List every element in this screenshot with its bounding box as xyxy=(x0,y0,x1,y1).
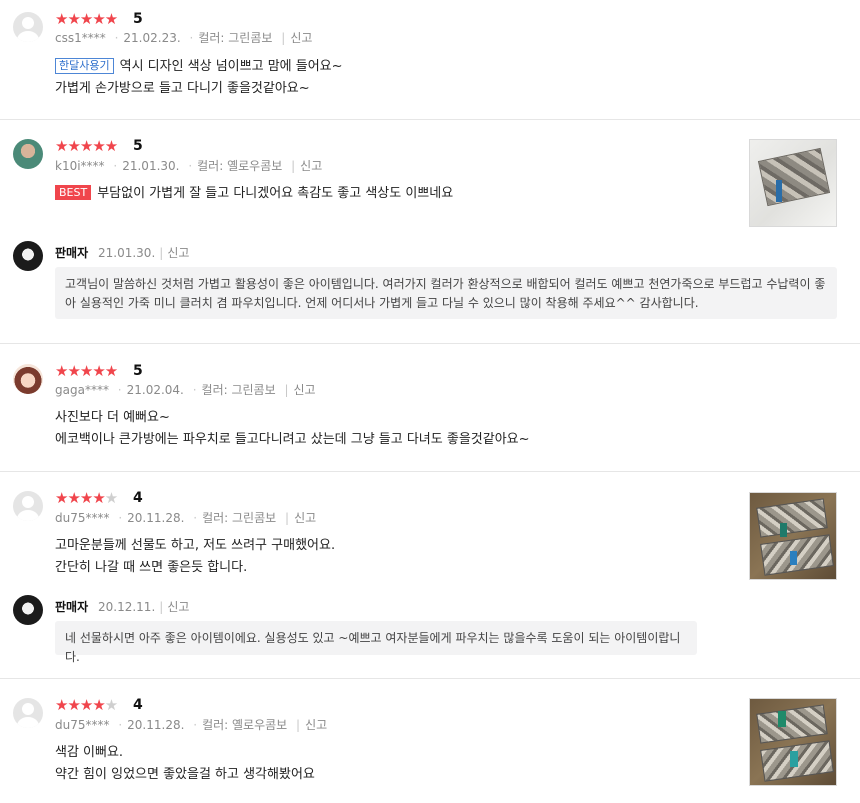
review-date: 21.02.23. xyxy=(123,31,181,45)
report-link[interactable]: 신고 xyxy=(167,246,189,260)
review-photo-thumbnail[interactable] xyxy=(749,139,837,227)
rating-score: 5 xyxy=(133,363,143,379)
review-meta: k10i**** · 21.01.30. · 컬러: 옐로우콤보 | 신고 xyxy=(55,159,323,173)
star-rating: ★★★★★ xyxy=(55,696,118,714)
rating-score: 4 xyxy=(133,697,143,713)
review-meta: css1**** · 21.02.23. · 컬러: 그린콤보 | 신고 xyxy=(55,31,313,45)
seller-reply-meta: 21.01.30. | 신고 xyxy=(98,246,190,260)
star-rating: ★★★★★ xyxy=(55,362,118,380)
review-date: 21.01.30. xyxy=(122,159,180,173)
month-use-badge: 한달사용기 xyxy=(55,58,114,74)
review-date: 21.02.04. xyxy=(126,383,184,397)
seller-reply: 네 선물하시면 아주 좋은 아이템이에요. 실용성도 있고 ~예쁘고 여자분들에… xyxy=(55,621,697,664)
review-photo-thumbnail[interactable] xyxy=(749,698,837,786)
option-text: 컬러: 그린콤보 xyxy=(201,383,276,397)
reviewer-id: du75**** xyxy=(55,718,110,732)
review-item: ★★★★★ 5 css1**** · 21.02.23. · 컬러: 그린콤보 | 신… xyxy=(0,0,860,120)
seller-label: 판매자 xyxy=(55,600,89,614)
review-photo-thumbnail[interactable] xyxy=(749,492,837,580)
reviewer-id: css1**** xyxy=(55,31,106,45)
review-text: 한달사용기 역시 디자인 색상 넘이쁘고 맘에 들어요~ 가볍게 손가방으로 들고… xyxy=(55,58,343,96)
option-text: 컬러: 그린콤보 xyxy=(202,511,277,525)
review-text: 사진보다 더 예뻐요~ 에코백이나 큰가방에는 파우치로 들고다니려고 샀는데 … xyxy=(55,410,530,447)
star-rating: ★★★★★ xyxy=(55,137,118,155)
user-avatar-icon xyxy=(13,698,43,728)
character-avatar-icon xyxy=(13,364,43,394)
review-text: 색감 이뻐요. 약간 힘이 잉었으면 좋았을걸 하고 생각해봤어요 xyxy=(55,745,315,782)
user-avatar-icon xyxy=(13,12,43,42)
review-meta: du75**** · 20.11.28. · 컬러: 그린콤보 | 신고 xyxy=(55,511,317,525)
report-link[interactable]: 신고 xyxy=(290,31,312,45)
review-text: 고마운분들께 선물도 하고, 저도 쓰려구 구매했어요. 간단히 나갈 때 쓰면… xyxy=(55,538,336,575)
rating-score: 5 xyxy=(133,138,143,154)
best-badge: BEST xyxy=(55,185,92,200)
user-photo-avatar xyxy=(13,139,43,169)
report-link[interactable]: 신고 xyxy=(167,600,189,614)
reviewer-id: k10i**** xyxy=(55,159,105,173)
review-meta: du75**** · 20.11.28. · 컬러: 옐로우콤보 | 신고 xyxy=(55,718,328,732)
star-rating: ★★★★★ xyxy=(55,10,118,28)
reviewer-id: du75**** xyxy=(55,511,110,525)
seller-avatar-icon xyxy=(13,595,43,625)
report-link[interactable]: 신고 xyxy=(305,718,327,732)
report-link[interactable]: 신고 xyxy=(300,159,322,173)
review-item: ★★★★★ 5 k10i**** · 21.01.30. · 컬러: 옐로우콤보 |… xyxy=(0,120,860,344)
reviewer-id: gaga**** xyxy=(55,383,109,397)
seller-label: 판매자 xyxy=(55,246,89,260)
review-item: ★★★★★ 5 gaga**** · 21.02.04. · 컬러: 그린콤보 | 신… xyxy=(0,344,860,472)
reply-date: 20.12.11. xyxy=(98,600,156,614)
star-rating: ★★★★★ xyxy=(55,489,118,507)
option-text: 컬러: 그린콤보 xyxy=(198,31,273,45)
option-text: 컬러: 옐로우콤보 xyxy=(202,718,288,732)
review-date: 20.11.28. xyxy=(127,511,185,525)
review-item: ★★★★★ 4 du75**** · 20.11.28. · 컬러: 그린콤보 | 신… xyxy=(0,472,860,679)
rating-score: 4 xyxy=(133,490,143,506)
report-link[interactable]: 신고 xyxy=(294,383,316,397)
option-text: 컬러: 옐로우콤보 xyxy=(197,159,283,173)
user-avatar-icon xyxy=(13,491,43,521)
review-meta: gaga**** · 21.02.04. · 컬러: 그린콤보 | 신고 xyxy=(55,383,316,397)
review-date: 20.11.28. xyxy=(127,718,185,732)
rating-score: 5 xyxy=(133,11,143,27)
reply-date: 21.01.30. xyxy=(98,246,156,260)
review-text: BEST 부담없이 가볍게 잘 들고 다니겠어요 촉감도 좋고 색상도 이쁘네요 xyxy=(55,183,453,205)
seller-reply: 고객님이 말씀하신 것처럼 가볍고 활용성이 좋은 아이템입니다. 여러가지 컬… xyxy=(55,267,837,319)
seller-avatar-icon xyxy=(13,241,43,271)
review-item: ★★★★★ 4 du75**** · 20.11.28. · 컬러: 옐로우콤보 |… xyxy=(0,679,860,803)
report-link[interactable]: 신고 xyxy=(294,511,316,525)
seller-reply-meta: 20.12.11. | 신고 xyxy=(98,600,190,614)
